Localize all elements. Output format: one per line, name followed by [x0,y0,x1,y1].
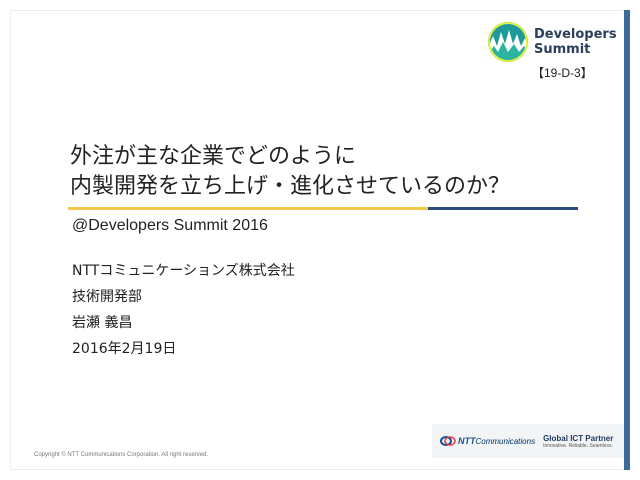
title-line-1: 外注が主な企業でどのように [70,144,357,169]
ntt-communications-logo: NTTCommunications [440,435,535,447]
slide-title: 外注が主な企業でどのように 内製開発を立ち上げ・進化させているのか？ [70,142,610,202]
underline-blue [428,207,578,210]
developers-summit-logo: Developers Summit [488,18,628,66]
presenter-company: NTTコミュニケーションズ株式会社 [72,263,295,279]
slide-side-bar [624,10,630,470]
logo-wordmark: Developers Summit [534,27,617,57]
ntt-loop-icon [440,436,456,446]
logo-line-developers: Developers [534,27,617,42]
ntt-suffix: Communications [475,437,536,446]
presenter-info: NTTコミュニケーションズ株式会社 技術開発部 岩瀬 義昌 2016年2月19日 [72,258,295,362]
copyright-text: Copyright © NTT Communications Corporati… [34,452,209,458]
tagline: Global ICT Partner [543,433,614,443]
event-subtitle: @Developers Summit 2016 [72,217,268,234]
title-line-2: 内製開発を立ち上げ・進化させているのか？ [70,174,511,199]
underline-gold [68,207,428,210]
presenter-name: 岩瀬 義昌 [72,315,133,331]
logo-line-summit: Summit [534,42,591,57]
tagline-sub: Innovative. Reliable. Seamless. [543,442,613,449]
global-ict-partner: Global ICT Partner Innovative. Reliable.… [543,434,613,449]
mountain-logo-icon [488,22,528,62]
title-underline [68,207,578,210]
presentation-date: 2016年2月19日 [72,341,177,357]
session-code: 【19-D-3】 [532,66,593,80]
ntt-footer-logo: NTTCommunications Global ICT Partner Inn… [432,424,624,458]
ntt-prefix: NTT [458,436,476,446]
presenter-department: 技術開発部 [72,289,142,305]
ntt-wordmark: NTTCommunications [458,436,535,446]
